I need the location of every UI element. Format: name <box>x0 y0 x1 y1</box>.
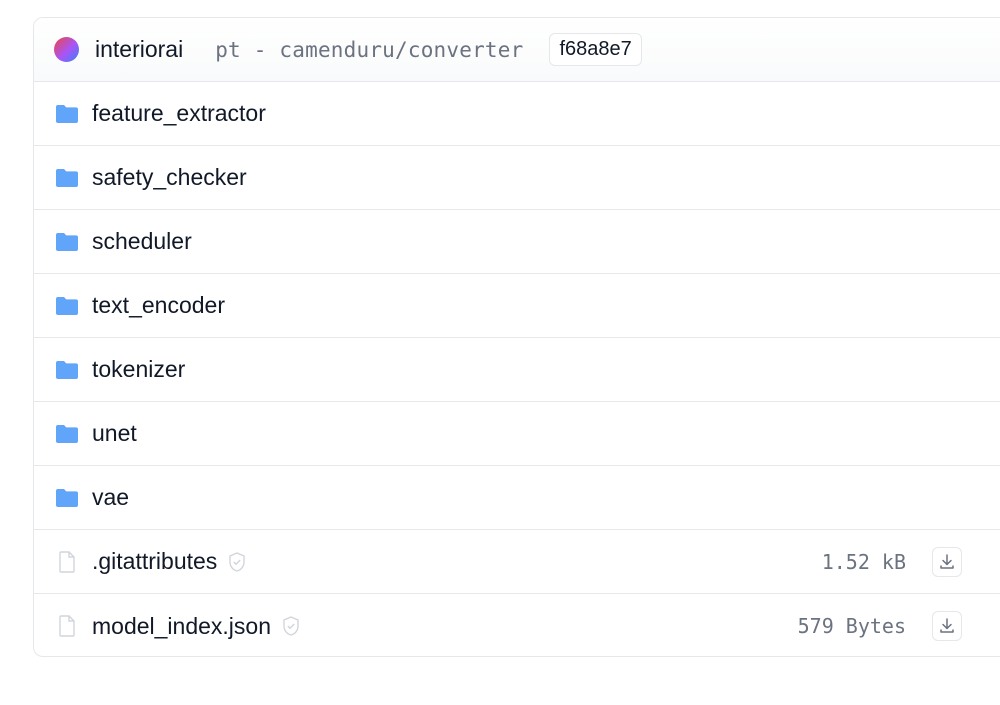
commit-message[interactable]: pt - camenduru/converter <box>215 38 523 62</box>
folder-icon <box>56 489 78 507</box>
file-row[interactable]: model_index.json 579 Bytes <box>34 594 1000 656</box>
folder-row[interactable]: feature_extractor <box>34 82 1000 146</box>
folder-name[interactable]: feature_extractor <box>92 100 266 127</box>
folder-row[interactable]: text_encoder <box>34 274 1000 338</box>
file-name[interactable]: model_index.json <box>92 613 271 640</box>
commit-author[interactable]: interiorai <box>95 36 183 63</box>
folder-name[interactable]: vae <box>92 484 129 511</box>
folder-icon <box>56 361 78 379</box>
folder-name[interactable]: tokenizer <box>92 356 185 383</box>
file-icon <box>59 615 75 637</box>
folder-row[interactable]: unet <box>34 402 1000 466</box>
folder-icon <box>56 425 78 443</box>
author-avatar[interactable] <box>54 37 79 62</box>
file-icon <box>59 551 75 573</box>
last-commit-header: interiorai pt - camenduru/converter f68a… <box>34 18 1000 82</box>
shield-icon <box>283 616 299 636</box>
download-icon <box>940 553 954 569</box>
folder-icon <box>56 297 78 315</box>
folder-icon <box>56 169 78 187</box>
shield-icon <box>229 551 245 572</box>
folder-row[interactable]: tokenizer <box>34 338 1000 402</box>
folder-name[interactable]: scheduler <box>92 228 192 255</box>
folder-icon <box>56 105 78 123</box>
file-name[interactable]: .gitattributes <box>92 548 217 575</box>
file-size: 579 Bytes <box>797 614 906 638</box>
file-name-wrap: model_index.json <box>92 613 301 640</box>
folder-icon <box>56 233 78 251</box>
folder-name[interactable]: text_encoder <box>92 292 225 319</box>
download-icon <box>940 618 954 633</box>
commit-hash[interactable]: f68a8e7 <box>549 33 642 66</box>
folder-row[interactable]: safety_checker <box>34 146 1000 210</box>
download-button[interactable] <box>932 546 962 577</box>
file-name-wrap: .gitattributes <box>92 548 247 575</box>
folder-row[interactable]: scheduler <box>34 210 1000 274</box>
file-size: 1.52 kB <box>821 549 906 574</box>
folder-name[interactable]: safety_checker <box>92 164 247 191</box>
file-browser: interiorai pt - camenduru/converter f68a… <box>33 17 1000 657</box>
file-row[interactable]: .gitattributes 1.52 kB <box>34 530 1000 594</box>
download-button[interactable] <box>932 611 962 641</box>
folder-name[interactable]: unet <box>92 420 137 447</box>
folder-row[interactable]: vae <box>34 466 1000 530</box>
